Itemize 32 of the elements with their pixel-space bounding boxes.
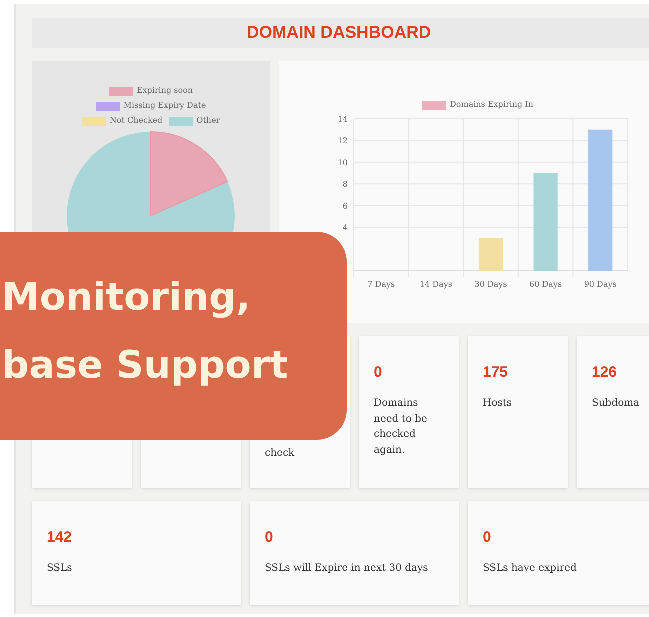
stat-value: 126 (592, 364, 618, 382)
stat-label: Hosts (483, 397, 514, 411)
y-tick-label: 8 (342, 180, 348, 190)
stat-value: 0 (483, 529, 492, 547)
stat-label: Domains need to be checked again. (374, 397, 428, 458)
stat-label: SSLs (47, 562, 74, 576)
y-tick-label: 12 (338, 136, 348, 146)
stat-label: SSLs have expired (483, 562, 578, 576)
x-tick-label: 30 Days (474, 280, 508, 289)
stat-label: Subdoma (592, 397, 641, 411)
y-tick-label: 10 (338, 158, 348, 168)
y-tick-label: 14 (338, 115, 348, 124)
legend-label: Other (196, 115, 220, 127)
legend-label: Not Checked (110, 115, 163, 127)
x-tick-label: 14 Days (420, 280, 452, 289)
stat-label: SSLs will Expire in next 30 days (265, 562, 430, 576)
stat-value: 0 (374, 364, 384, 382)
banner-text: base Support (2, 342, 290, 389)
banner-text: Monitoring, (2, 274, 252, 321)
legend-label: Expiring soon (136, 85, 194, 97)
stat-value: 0 (265, 529, 274, 547)
stat-value: 142 (47, 529, 74, 547)
legend-label: Domains Expiring In (450, 99, 534, 111)
y-tick-label: 4 (342, 224, 348, 233)
stat-value: 175 (483, 364, 510, 382)
y-tick-label: 6 (342, 202, 348, 211)
x-tick-label: 7 Days (368, 280, 396, 289)
x-tick-label: 60 Days (530, 280, 562, 289)
x-tick-label: 90 Days (584, 280, 617, 289)
stat-label: check (265, 447, 296, 461)
legend-label: Missing Expiry Date (124, 100, 206, 112)
dashboard-title: DOMAIN DASHBOARD (247, 22, 432, 44)
